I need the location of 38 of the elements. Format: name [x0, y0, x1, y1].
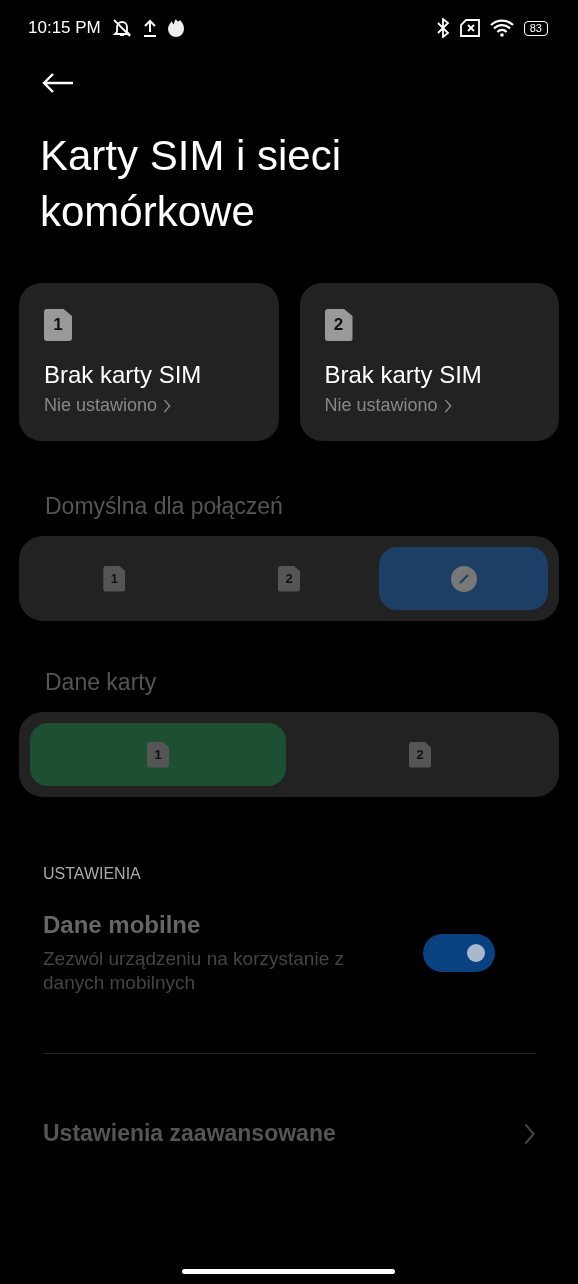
section-header: USTAWIENIA: [43, 865, 142, 883]
toggle-switch[interactable]: [423, 934, 495, 972]
sim-option[interactable]: 2: [292, 723, 548, 786]
section-label: Domyślna dla połączeń: [45, 493, 284, 520]
sim-status-link[interactable]: Nie ustawiono: [44, 395, 172, 416]
setting-description: Zezwól urządzeniu na korzystanie z danych mobilnych: [43, 947, 345, 995]
upload-icon: [142, 19, 157, 37]
clock: 10:15 PM: [28, 18, 101, 38]
chevron-right-icon: [524, 1122, 535, 1145]
sim-icon: 2: [278, 565, 300, 592]
bell-off-icon: [110, 18, 133, 38]
sim-card[interactable]: 1 Brak karty SIM Nie ustawiono: [19, 283, 279, 441]
wifi-icon: [489, 19, 514, 37]
chevron-right-icon: [163, 398, 172, 413]
sim-card-name: Brak karty SIM: [324, 361, 483, 389]
flame-icon: [166, 18, 185, 38]
sim-icon: 2: [409, 741, 431, 768]
sim-option[interactable]: [379, 547, 548, 610]
section-label: Dane karty: [45, 669, 158, 696]
setting-title: Dane mobilne: [43, 911, 202, 939]
chevron-right-icon: [443, 398, 452, 413]
no-sim-icon: [459, 19, 480, 37]
sim-option[interactable]: 1: [30, 547, 199, 610]
sim-status-link[interactable]: Nie ustawiono: [324, 395, 452, 416]
sim-card[interactable]: 2 Brak karty SIM Nie ustawiono: [299, 283, 559, 441]
battery-level: 83: [523, 20, 548, 36]
sim-option[interactable]: 1: [30, 723, 286, 786]
back-arrow-icon: [42, 72, 74, 94]
pencil-icon: [450, 565, 477, 592]
sim-option[interactable]: 2: [204, 547, 374, 610]
sim-icon: 1: [44, 309, 72, 341]
sim-icon: 2: [324, 309, 353, 341]
advanced-settings-row[interactable]: Ustawienia zaawansowane: [43, 1120, 535, 1147]
bluetooth-icon: [435, 18, 450, 38]
sim-icon: 1: [147, 741, 169, 768]
sim-card-name: Brak karty SIM: [44, 361, 203, 389]
page-title: Karty SIM i sieci komórkowe: [40, 131, 343, 237]
sim-icon: 1: [103, 565, 126, 592]
